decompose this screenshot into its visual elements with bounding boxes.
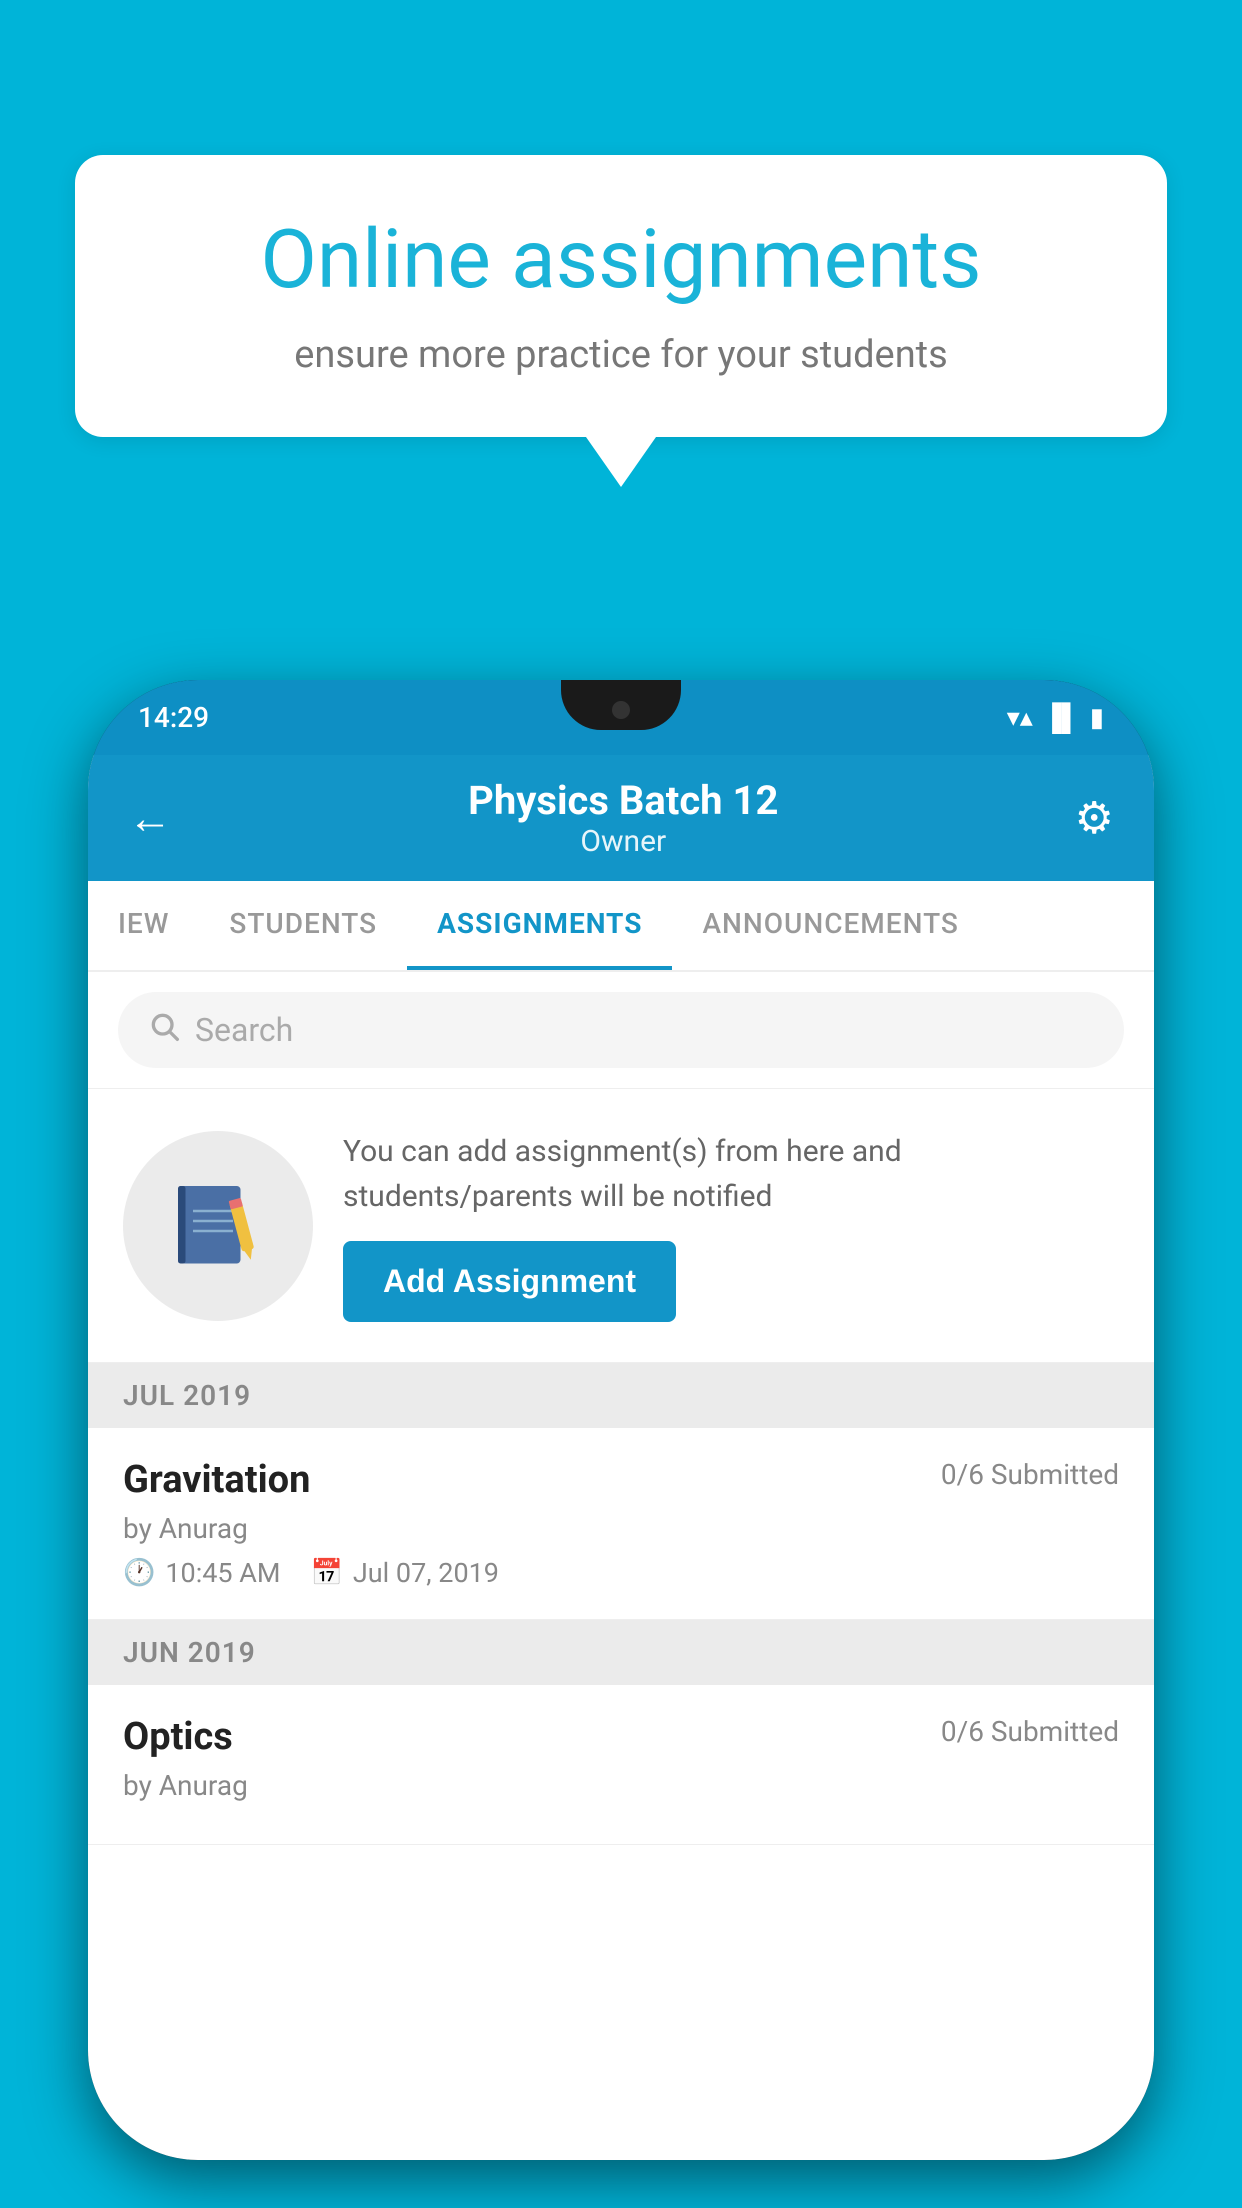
tab-announcements[interactable]: ANNOUNCEMENTS [672,881,988,970]
speech-bubble-card: Online assignments ensure more practice … [75,155,1167,437]
header-center: Physics Batch 12 Owner [468,777,778,859]
prompt-text: You can add assignment(s) from here and … [343,1129,1119,1219]
search-icon [148,1010,180,1050]
battery-icon: ▮ [1090,703,1104,733]
phone-notch [561,680,681,730]
header-subtitle: Owner [468,824,778,859]
submitted-badge-optics: 0/6 Submitted [941,1715,1119,1748]
assignment-item-optics[interactable]: Optics 0/6 Submitted by Anurag [88,1685,1154,1845]
app-header: ← Physics Batch 12 Owner ⚙ [88,755,1154,881]
tab-students[interactable]: STUDENTS [199,881,407,970]
assignment-prompt: You can add assignment(s) from here and … [88,1089,1154,1363]
add-assignment-button[interactable]: Add Assignment [343,1241,676,1322]
search-container: Search [88,972,1154,1089]
assignment-meta-gravitation: 🕐 10:45 AM 📅 Jul 07, 2019 [123,1557,1119,1589]
speech-bubble-section: Online assignments ensure more practice … [75,155,1167,487]
assignment-name-optics: Optics [123,1715,233,1759]
assignment-top-row: Gravitation 0/6 Submitted [123,1458,1119,1502]
section-header-jun: JUN 2019 [88,1620,1154,1685]
header-title: Physics Batch 12 [468,777,778,824]
prompt-content: You can add assignment(s) from here and … [343,1129,1119,1322]
phone-frame: 14:29 ▾▴ ▐▌ ▮ ← Physics Batch 12 Owner ⚙… [88,680,1154,2160]
meta-date-gravitation: 📅 Jul 07, 2019 [311,1557,499,1589]
status-time: 14:29 [138,701,209,734]
assignment-top-row-optics: Optics 0/6 Submitted [123,1715,1119,1759]
status-icons: ▾▴ ▐▌ ▮ [1007,702,1104,733]
meta-time-gravitation: 🕐 10:45 AM [123,1557,281,1589]
tab-iew[interactable]: IEW [88,881,199,970]
notebook-icon-circle [123,1131,313,1321]
assignment-date-gravitation: Jul 07, 2019 [353,1557,499,1589]
assignment-by-optics: by Anurag [123,1769,1119,1802]
bubble-title: Online assignments [145,215,1097,305]
camera-dot [612,701,630,719]
tab-assignments[interactable]: ASSIGNMENTS [407,881,672,970]
speech-bubble-tail [586,437,656,487]
notebook-icon [168,1176,268,1276]
clock-icon: 🕐 [123,1558,155,1588]
assignment-name-gravitation: Gravitation [123,1458,310,1502]
bubble-subtitle: ensure more practice for your students [145,333,1097,377]
search-placeholder: Search [195,1011,293,1049]
status-bar: 14:29 ▾▴ ▐▌ ▮ [88,680,1154,755]
assignment-by-gravitation: by Anurag [123,1512,1119,1545]
search-bar[interactable]: Search [118,992,1124,1068]
submitted-badge-gravitation: 0/6 Submitted [941,1458,1119,1491]
settings-button[interactable]: ⚙ [1075,792,1114,844]
back-button[interactable]: ← [128,792,172,844]
assignment-time-gravitation: 10:45 AM [165,1557,280,1589]
tabs-container: IEW STUDENTS ASSIGNMENTS ANNOUNCEMENTS [88,881,1154,972]
signal-icon: ▐▌ [1043,702,1080,733]
phone-screen: ← Physics Batch 12 Owner ⚙ IEW STUDENTS … [88,755,1154,2160]
wifi-icon: ▾▴ [1007,703,1033,733]
assignment-item-gravitation[interactable]: Gravitation 0/6 Submitted by Anurag 🕐 10… [88,1428,1154,1620]
section-header-jul: JUL 2019 [88,1363,1154,1428]
calendar-icon: 📅 [311,1558,343,1588]
